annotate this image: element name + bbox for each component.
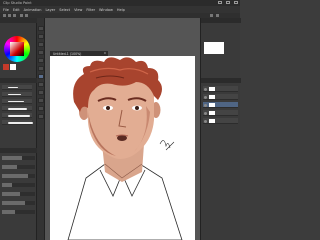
slider-fill — [2, 210, 16, 214]
tool-property-panel-header[interactable] — [0, 148, 37, 153]
canvas[interactable] — [50, 56, 195, 240]
property-slider[interactable] — [2, 183, 35, 187]
help-icon[interactable] — [216, 14, 219, 17]
move-tool-icon[interactable] — [38, 34, 44, 39]
menu-bar: File Edit Animation Layer Select View Fi… — [0, 6, 240, 13]
fill-tool-icon[interactable] — [38, 98, 44, 103]
new-file-icon[interactable] — [3, 14, 6, 17]
airbrush-tool-icon[interactable] — [38, 82, 44, 87]
close-tab-icon[interactable]: x — [104, 51, 106, 55]
layer-thumbnail — [209, 119, 215, 123]
property-slider[interactable] — [2, 156, 35, 160]
brush-size-item[interactable] — [2, 106, 32, 111]
document-tab-label: Untitled-1 (100%) — [53, 51, 82, 56]
layer-row[interactable] — [203, 102, 238, 108]
character-illustration — [67, 57, 183, 240]
brush-stroke-icon — [8, 115, 30, 117]
property-slider[interactable] — [2, 174, 35, 178]
slider-fill — [2, 183, 12, 187]
menu-layer[interactable]: Layer — [45, 8, 55, 12]
redo-icon[interactable] — [25, 14, 28, 17]
text-tool-icon[interactable] — [38, 114, 44, 119]
layer-thumbnail — [209, 87, 215, 91]
layer-panel-header[interactable] — [201, 78, 241, 83]
color-panel-header[interactable] — [0, 18, 37, 23]
visibility-eye-icon[interactable] — [204, 119, 207, 123]
menu-filter[interactable]: Filter — [86, 8, 95, 12]
slider-fill — [2, 156, 22, 160]
visibility-eye-icon[interactable] — [204, 111, 207, 115]
brush-size-item[interactable] — [2, 92, 32, 97]
window-title: Clip Studio Paint — [3, 1, 32, 5]
layer-thumbnail — [209, 111, 215, 115]
minimize-icon[interactable] — [218, 1, 222, 4]
slider-fill — [2, 201, 26, 205]
brush-stroke-icon — [8, 94, 21, 95]
brush-stroke-icon — [8, 108, 27, 110]
color-saturation-square[interactable] — [10, 42, 24, 56]
property-slider[interactable] — [2, 201, 35, 205]
navigator-thumbnail[interactable] — [204, 42, 224, 54]
open-file-icon[interactable] — [8, 14, 11, 17]
brush-size-item[interactable] — [2, 85, 32, 90]
slider-fill — [2, 174, 29, 178]
maximize-icon[interactable] — [226, 1, 230, 4]
layer-thumbnail — [209, 103, 215, 107]
settings-icon[interactable] — [210, 14, 213, 17]
menu-help[interactable]: Help — [117, 8, 125, 12]
window-controls — [218, 1, 238, 4]
close-icon[interactable] — [234, 1, 238, 4]
layer-row[interactable] — [203, 110, 238, 116]
eyedropper-tool-icon[interactable] — [38, 50, 44, 55]
pen-tool-icon[interactable] — [38, 58, 44, 63]
visibility-eye-icon[interactable] — [204, 103, 207, 107]
layer-row[interactable] — [203, 86, 238, 92]
eraser-tool-icon[interactable] — [38, 90, 44, 95]
brush-stroke-icon — [8, 101, 24, 103]
layer-thumbnail — [209, 95, 215, 99]
brush-stroke-icon — [8, 87, 18, 88]
pencil-tool-icon[interactable] — [38, 66, 44, 71]
menu-file[interactable]: File — [3, 8, 9, 12]
brush-size-panel-header[interactable] — [0, 78, 37, 83]
menu-animation[interactable]: Animation — [24, 8, 42, 12]
visibility-eye-icon[interactable] — [204, 95, 207, 99]
brush-size-item[interactable] — [2, 113, 32, 118]
gradient-tool-icon[interactable] — [38, 106, 44, 111]
slider-fill — [2, 165, 17, 169]
main-color-swatch[interactable] — [3, 64, 9, 70]
menu-edit[interactable]: Edit — [13, 8, 20, 12]
layer-row[interactable] — [203, 118, 238, 124]
property-slider[interactable] — [2, 192, 35, 196]
brush-size-item[interactable] — [2, 99, 32, 104]
brush-size-item[interactable] — [2, 120, 33, 125]
brush-tool-icon[interactable] — [38, 74, 44, 79]
property-slider[interactable] — [2, 165, 35, 169]
menu-select[interactable]: Select — [59, 8, 70, 12]
layer-row[interactable] — [203, 94, 238, 100]
sub-color-swatch[interactable] — [10, 64, 16, 70]
slider-fill — [2, 192, 21, 196]
visibility-eye-icon[interactable] — [204, 87, 207, 91]
zoom-tool-icon[interactable] — [38, 26, 44, 31]
menu-window[interactable]: Window — [99, 8, 113, 12]
undo-icon[interactable] — [20, 14, 23, 17]
brush-stroke-icon — [8, 122, 33, 125]
menu-view[interactable]: View — [74, 8, 82, 12]
property-slider[interactable] — [2, 210, 35, 214]
select-tool-icon[interactable] — [38, 42, 44, 47]
save-icon[interactable] — [13, 14, 16, 17]
navigator-panel-header[interactable] — [201, 18, 241, 23]
